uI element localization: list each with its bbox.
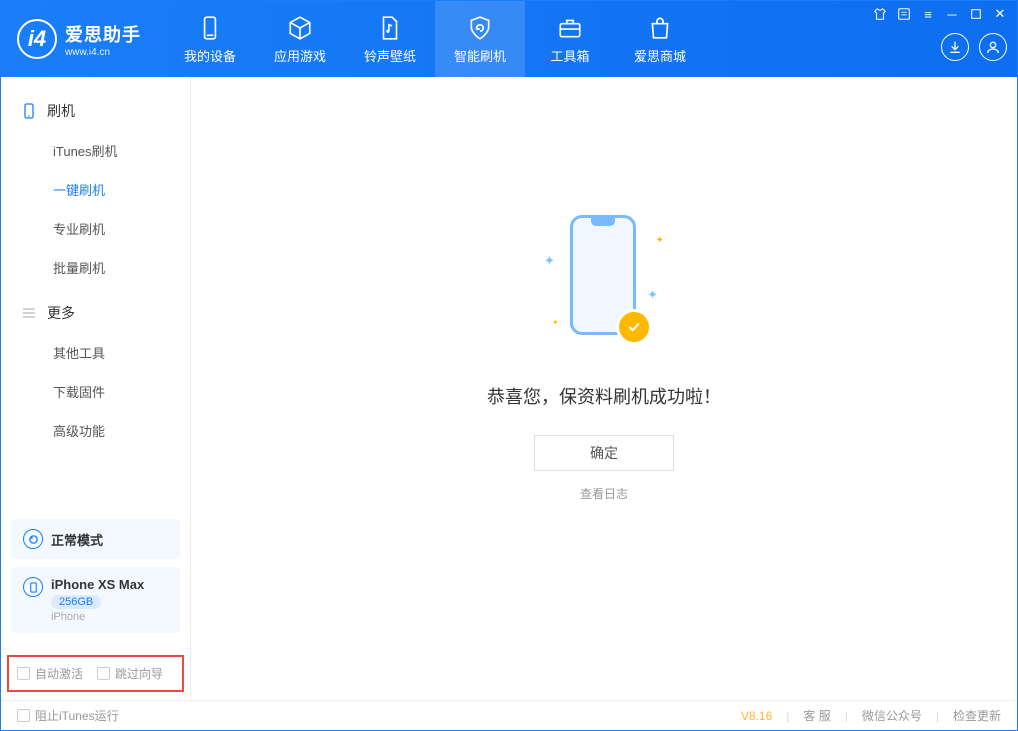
header-right: ≡ ─ ✕: [873, 1, 1007, 61]
separator: |: [786, 709, 789, 723]
app-subtitle: www.i4.cn: [65, 47, 141, 58]
phone-icon: [21, 103, 37, 119]
device-name: iPhone XS Max: [51, 577, 168, 592]
cube-icon: [286, 14, 314, 42]
sparkle-icon: ✦: [656, 235, 664, 246]
app-title: 爱思助手: [65, 21, 141, 47]
checkbox-highlight-row: 自动激活 跳过向导: [7, 655, 184, 692]
app-logo[interactable]: i4 爱思助手 www.i4.cn: [17, 19, 141, 59]
nav-store[interactable]: 爱思商城: [615, 1, 705, 77]
logo-icon: i4: [17, 19, 57, 59]
checkbox-label: 阻止iTunes运行: [35, 707, 119, 724]
user-button[interactable]: [979, 33, 1007, 61]
ok-button[interactable]: 确定: [534, 435, 674, 471]
support-link[interactable]: 客 服: [803, 707, 830, 724]
checkbox-icon: [97, 667, 110, 680]
checkbox-icon: [17, 709, 30, 722]
footer: 阻止iTunes运行 V8.16 | 客 服 | 微信公众号 | 检查更新: [1, 700, 1017, 730]
main-content: ✦ ✦ ✦ ✦ 恭喜您，保资料刷机成功啦！ 确定 查看日志: [191, 77, 1017, 700]
mode-label: 正常模式: [51, 530, 168, 549]
device-type: iPhone: [51, 611, 168, 623]
checkbox-label: 自动激活: [35, 665, 83, 682]
sidebar-item-itunes-flash[interactable]: iTunes刷机: [1, 131, 190, 170]
mode-card[interactable]: 正常模式: [11, 519, 180, 559]
checkbox-auto-activate[interactable]: 自动激活: [17, 665, 83, 682]
sidebar-item-download-firmware[interactable]: 下载固件: [1, 372, 190, 411]
sidebar-item-onekey-flash[interactable]: 一键刷机: [1, 170, 190, 209]
sidebar-item-batch-flash[interactable]: 批量刷机: [1, 248, 190, 287]
wechat-link[interactable]: 微信公众号: [862, 707, 922, 724]
sparkle-icon: ✦: [647, 287, 658, 303]
menu-icon[interactable]: ≡: [921, 7, 935, 21]
user-icon: [985, 39, 1001, 55]
nav-label: 工具箱: [550, 46, 589, 65]
device-panels: 正常模式 iPhone XS Max 256GB iPhone: [1, 519, 190, 649]
body: 刷机 iTunes刷机 一键刷机 专业刷机 批量刷机 更多 其他工具 下载固件 …: [1, 77, 1017, 700]
shirt-icon[interactable]: [873, 7, 887, 21]
nav-tabs: 我的设备 应用游戏 铃声壁纸 智能刷机 工具箱 爱思商城: [165, 1, 705, 77]
minimize-button[interactable]: ─: [945, 7, 959, 21]
sidebar-header-flash[interactable]: 刷机: [1, 93, 190, 131]
nav-toolbox[interactable]: 工具箱: [525, 1, 615, 77]
nav-ringtone-wallpaper[interactable]: 铃声壁纸: [345, 1, 435, 77]
footer-left: 阻止iTunes运行: [17, 707, 119, 724]
checkbox-label: 跳过向导: [115, 665, 163, 682]
sparkle-icon: ✦: [544, 253, 555, 269]
success-message: 恭喜您，保资料刷机成功啦！: [487, 383, 721, 409]
sidebar-item-advanced[interactable]: 高级功能: [1, 411, 190, 450]
device-card[interactable]: iPhone XS Max 256GB iPhone: [11, 567, 180, 633]
sidebar-section-flash: 刷机 iTunes刷机 一键刷机 专业刷机 批量刷机: [1, 93, 190, 287]
sidebar: 刷机 iTunes刷机 一键刷机 专业刷机 批量刷机 更多 其他工具 下载固件 …: [1, 77, 191, 700]
list-icon: [21, 305, 37, 321]
window-controls: ≡ ─ ✕: [873, 1, 1007, 21]
section-title: 更多: [47, 303, 75, 323]
success-illustration: ✦ ✦ ✦ ✦: [544, 215, 664, 355]
header-action-buttons: [941, 27, 1007, 61]
maximize-button[interactable]: [969, 7, 983, 21]
download-button[interactable]: [941, 33, 969, 61]
checkbox-skip-guide[interactable]: 跳过向导: [97, 665, 163, 682]
logo-text: 爱思助手 www.i4.cn: [65, 21, 141, 58]
nav-apps-games[interactable]: 应用游戏: [255, 1, 345, 77]
version-label: V8.16: [741, 709, 772, 723]
check-update-link[interactable]: 检查更新: [953, 707, 1001, 724]
checkbox-icon: [17, 667, 30, 680]
feedback-icon[interactable]: [897, 7, 911, 21]
download-icon: [947, 39, 963, 55]
sidebar-item-pro-flash[interactable]: 专业刷机: [1, 209, 190, 248]
header: i4 爱思助手 www.i4.cn 我的设备 应用游戏 铃声壁纸 智能刷机 工具…: [1, 1, 1017, 77]
device-storage-badge: 256GB: [51, 595, 101, 609]
sparkle-icon: ✦: [552, 318, 559, 327]
separator: |: [845, 709, 848, 723]
toolbox-icon: [556, 14, 584, 42]
close-button[interactable]: ✕: [993, 7, 1007, 21]
nav-smart-flash[interactable]: 智能刷机: [435, 1, 525, 77]
nav-label: 铃声壁纸: [364, 46, 416, 65]
separator: |: [936, 709, 939, 723]
sidebar-header-more[interactable]: 更多: [1, 295, 190, 333]
device-icon: [23, 577, 43, 597]
music-file-icon: [376, 14, 404, 42]
view-log-link[interactable]: 查看日志: [580, 485, 628, 502]
nav-label: 我的设备: [184, 46, 236, 65]
shield-refresh-icon: [466, 14, 494, 42]
device-icon: [196, 14, 224, 42]
nav-label: 应用游戏: [274, 46, 326, 65]
nav-label: 爱思商城: [634, 46, 686, 65]
nav-my-device[interactable]: 我的设备: [165, 1, 255, 77]
sidebar-section-more: 更多 其他工具 下载固件 高级功能: [1, 295, 190, 450]
footer-right: V8.16 | 客 服 | 微信公众号 | 检查更新: [741, 707, 1001, 724]
nav-label: 智能刷机: [454, 46, 506, 65]
bag-icon: [646, 14, 674, 42]
sidebar-item-other-tools[interactable]: 其他工具: [1, 333, 190, 372]
checkbox-block-itunes[interactable]: 阻止iTunes运行: [17, 707, 119, 724]
normal-mode-icon: [23, 529, 43, 549]
section-title: 刷机: [47, 101, 75, 121]
check-badge-icon: [616, 309, 652, 345]
